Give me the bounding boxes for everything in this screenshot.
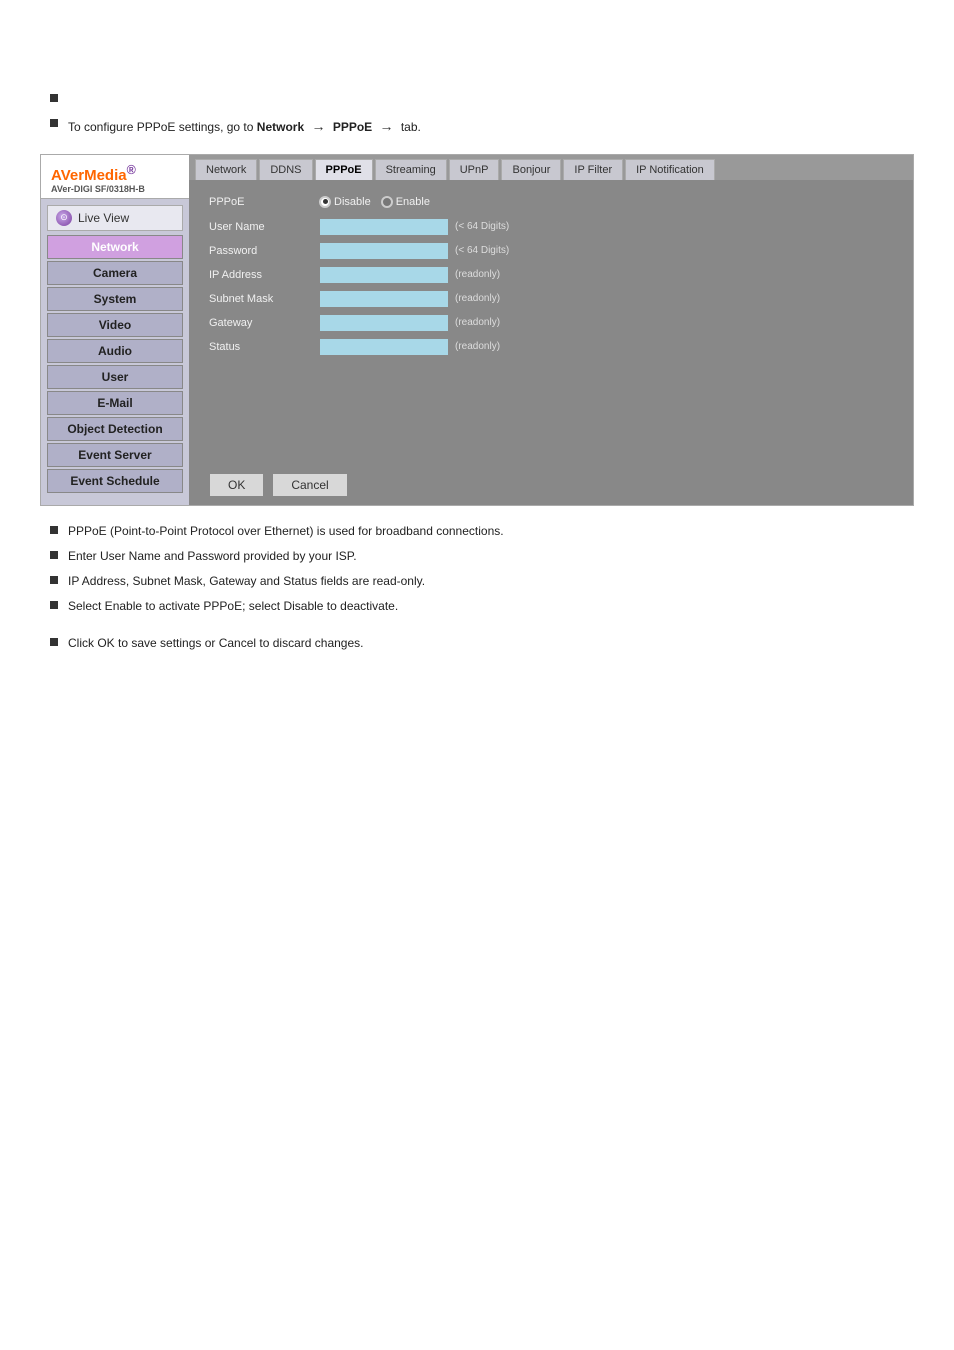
gateway-label: Gateway (209, 317, 319, 329)
sidebar-item-event-server[interactable]: Event Server (47, 443, 183, 467)
bullet-bottom-4: Select Enable to activate PPPoE; select … (40, 597, 914, 616)
sidebar-item-network[interactable]: Network (47, 235, 183, 259)
main-ui: AVerMedia® AVer-DIGI SF/0318H-B ⊙ Live V… (40, 154, 914, 506)
bullet-bottom-3: IP Address, Subnet Mask, Gateway and Sta… (40, 572, 914, 591)
sidebar-item-audio[interactable]: Audio (47, 339, 183, 363)
subnetmask-row: Subnet Mask (readonly) (209, 290, 893, 308)
username-row: User Name (< 64 Digits) (209, 218, 893, 236)
tab-ip-filter[interactable]: IP Filter (563, 159, 623, 180)
tab-network[interactable]: Network (195, 159, 257, 180)
subnetmask-hint: (readonly) (455, 293, 500, 304)
bullet-top-1 (40, 90, 914, 109)
cancel-button[interactable]: Cancel (272, 473, 347, 497)
sidebar-item-email[interactable]: E-Mail (47, 391, 183, 415)
bullet-icon-b5 (50, 638, 58, 646)
bottom-bar: OK Cancel (189, 465, 913, 505)
logo-brand: AVerMedia® (51, 163, 179, 184)
bullet-bottom-5: Click OK to save settings or Cancel to d… (40, 634, 914, 653)
live-view-label: Live View (78, 211, 129, 225)
logo-model: AVer-DIGI SF/0318H-B (51, 184, 179, 194)
username-input[interactable] (319, 218, 449, 236)
bullet-top-2: To configure PPPoE settings, go to Netwo… (40, 115, 914, 137)
status-hint: (readonly) (455, 341, 500, 352)
bullet-icon-b2 (50, 551, 58, 559)
pppoe-enable-option[interactable]: Enable (381, 196, 430, 208)
enable-radio-dot[interactable] (381, 196, 393, 208)
bullet-text-1 (68, 90, 71, 109)
sidebar-item-system[interactable]: System (47, 287, 183, 311)
sidebar-item-video[interactable]: Video (47, 313, 183, 337)
disable-radio-dot[interactable] (319, 196, 331, 208)
status-label: Status (209, 341, 319, 353)
tab-streaming[interactable]: Streaming (375, 159, 447, 180)
password-input[interactable] (319, 242, 449, 260)
sidebar-item-object-detection[interactable]: Object Detection (47, 417, 183, 441)
sidebar-item-event-schedule[interactable]: Event Schedule (47, 469, 183, 493)
ipaddress-label: IP Address (209, 269, 319, 281)
bullet-text-b4: Select Enable to activate PPPoE; select … (68, 597, 398, 616)
status-input (319, 338, 449, 356)
ok-button[interactable]: OK (209, 473, 264, 497)
status-row: Status (readonly) (209, 338, 893, 356)
tab-ddns[interactable]: DDNS (259, 159, 312, 180)
subnetmask-input (319, 290, 449, 308)
gateway-input (319, 314, 449, 332)
bullet-bottom-2: Enter User Name and Password provided by… (40, 547, 914, 566)
bullet-text-b2: Enter User Name and Password provided by… (68, 547, 357, 566)
bullet-icon-b4 (50, 601, 58, 609)
bullet-icon-b1 (50, 526, 58, 534)
bullet-bottom-1: PPPoE (Point-to-Point Protocol over Ethe… (40, 522, 914, 541)
live-view-button[interactable]: ⊙ Live View (47, 205, 183, 231)
gateway-hint: (readonly) (455, 317, 500, 328)
bullet-icon-2 (50, 119, 58, 127)
pppoe-radio-group: Disable Enable (319, 196, 430, 208)
bullet-icon-b3 (50, 576, 58, 584)
pppoe-row: PPPoE Disable Enable (209, 196, 893, 208)
sidebar-item-camera[interactable]: Camera (47, 261, 183, 285)
bullet-text-b5: Click OK to save settings or Cancel to d… (68, 634, 363, 653)
ipaddress-hint: (readonly) (455, 269, 500, 280)
tab-bonjour[interactable]: Bonjour (501, 159, 561, 180)
logo: AVerMedia® AVer-DIGI SF/0318H-B (41, 155, 189, 199)
tab-ip-notification[interactable]: IP Notification (625, 159, 715, 180)
enable-label: Enable (396, 196, 430, 208)
tab-bar: Network DDNS PPPoE Streaming UPnP Bonjou… (189, 155, 913, 180)
sidebar: AVerMedia® AVer-DIGI SF/0318H-B ⊙ Live V… (41, 155, 189, 505)
tab-upnp[interactable]: UPnP (449, 159, 500, 180)
live-view-icon: ⊙ (56, 210, 72, 226)
password-hint: (< 64 Digits) (455, 245, 509, 256)
disable-label: Disable (334, 196, 371, 208)
pppoe-disable-option[interactable]: Disable (319, 196, 371, 208)
tab-pppoe[interactable]: PPPoE (315, 159, 373, 180)
bullet-text-b3: IP Address, Subnet Mask, Gateway and Sta… (68, 572, 425, 591)
password-label: Password (209, 245, 319, 257)
ipaddress-input (319, 266, 449, 284)
username-hint: (< 64 Digits) (455, 221, 509, 232)
main-content: Network DDNS PPPoE Streaming UPnP Bonjou… (189, 155, 913, 505)
bullet-icon-1 (50, 94, 58, 102)
password-row: Password (< 64 Digits) (209, 242, 893, 260)
username-label: User Name (209, 221, 319, 233)
form-area: PPPoE Disable Enable User Name (189, 180, 913, 465)
pppoe-label: PPPoE (209, 196, 319, 208)
sidebar-item-user[interactable]: User (47, 365, 183, 389)
gateway-row: Gateway (readonly) (209, 314, 893, 332)
ipaddress-row: IP Address (readonly) (209, 266, 893, 284)
bullet-text-b1: PPPoE (Point-to-Point Protocol over Ethe… (68, 522, 504, 541)
bullet-text-2: To configure PPPoE settings, go to Netwo… (68, 115, 421, 137)
subnetmask-label: Subnet Mask (209, 293, 319, 305)
